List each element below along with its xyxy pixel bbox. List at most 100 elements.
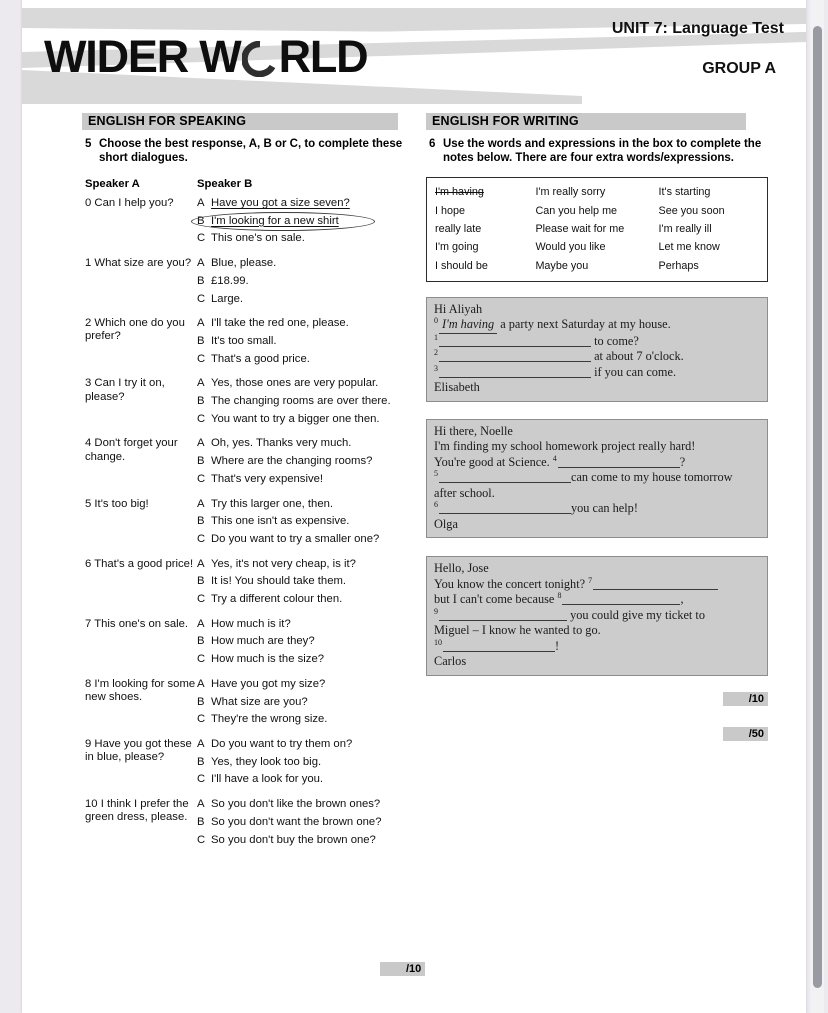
option-a[interactable]: A Do you want to try them on?	[197, 738, 412, 751]
option-b[interactable]: B What size are you?	[197, 696, 412, 709]
note2-line-3-after: can come to my house tomorrow	[571, 470, 733, 485]
option-a[interactable]: A Blue, please.	[197, 257, 412, 270]
word-bank-item-text: Can you help me	[535, 204, 618, 217]
option-a[interactable]: A Yes, those ones are very popular.	[197, 377, 412, 390]
dialogue-row: 7 This one's on sale. A How much is it? B Ho…	[82, 618, 412, 671]
word-bank-item[interactable]: I hope	[435, 201, 535, 219]
option-text: This one isn't as expensive.	[211, 515, 350, 528]
option-text: Try a different colour then.	[211, 593, 343, 606]
note3-blank-10[interactable]	[443, 640, 555, 652]
note2-blank-4[interactable]	[557, 456, 680, 468]
exercise-6-text: Use the words and expressions in the box…	[443, 138, 762, 164]
exercise-6-number: 6	[429, 138, 436, 150]
option-c[interactable]: C How much is the size?	[197, 653, 412, 666]
option-text: Yes, it's not very cheap, is it?	[211, 557, 356, 570]
note3-line-2-after: ,	[680, 592, 684, 607]
speaker-a-prompt: 9 Have you got these in blue, please?	[85, 737, 192, 764]
option-letter: B	[197, 455, 205, 468]
option-b[interactable]: B It's too small.	[197, 335, 412, 348]
note1-blank-1[interactable]	[439, 335, 591, 347]
option-c[interactable]: C This one's on sale.	[197, 232, 412, 245]
word-bank-item[interactable]: I'm having	[435, 183, 535, 201]
option-b[interactable]: B £18.99.	[197, 275, 412, 288]
word-bank-item-text: really late	[435, 222, 482, 235]
note1-line-1-after: to come?	[594, 333, 639, 348]
speaker-b-options: A Yes, it's not very cheap, is it? B It is!…	[197, 558, 412, 611]
option-c[interactable]: C You want to try a bigger one then.	[197, 413, 412, 426]
option-b[interactable]: B Yes, they look too big.	[197, 756, 412, 769]
note1-blank-3-number: 3	[434, 363, 438, 373]
word-bank-item-text: Perhaps	[658, 259, 699, 272]
word-bank-item-text: I'm really sorry	[535, 186, 606, 199]
option-c[interactable]: C Do you want to try a smaller one?	[197, 533, 412, 546]
option-b[interactable]: B Where are the changing rooms?	[197, 455, 412, 468]
option-text: How much are they?	[211, 635, 315, 648]
dialogue-row: 6 That's a good price! A Yes, it's not ver…	[82, 558, 412, 611]
option-text: I'm looking for a new shirt	[211, 214, 339, 227]
note2-blank-6[interactable]	[439, 502, 571, 515]
option-a[interactable]: A How much is it?	[197, 618, 412, 631]
word-bank-item-text: It's starting	[658, 186, 711, 199]
word-bank-item[interactable]: Let me know	[659, 238, 759, 256]
word-bank-item[interactable]: I should be	[435, 257, 535, 275]
option-c[interactable]: C That's very expensive!	[197, 473, 412, 486]
vertical-scrollbar-thumb[interactable]	[813, 26, 822, 988]
word-bank-item[interactable]: I'm really ill	[659, 220, 759, 238]
note1-blank-3[interactable]	[439, 366, 591, 378]
option-letter: B	[197, 575, 205, 588]
note1-blank-0-answer[interactable]: I'm having	[439, 317, 498, 334]
option-c[interactable]: C That's a good price.	[197, 353, 412, 366]
option-a[interactable]: A So you don't like the brown ones?	[197, 798, 412, 811]
word-bank-item[interactable]: I'm going	[435, 238, 535, 256]
word-bank-item[interactable]: It's starting	[659, 183, 759, 201]
option-text: I'll take the red one, please.	[211, 317, 349, 330]
word-bank-item[interactable]: Would you like	[535, 238, 658, 256]
option-c[interactable]: C So you don't buy the brown one?	[197, 834, 412, 847]
speaker-a-prompt: 10 I think I prefer the green dress, ple…	[85, 798, 189, 824]
option-b[interactable]: B I'm looking for a new shirt	[191, 211, 412, 231]
option-c[interactable]: C Large.	[197, 293, 412, 306]
option-text: This one's on sale.	[211, 232, 305, 245]
option-c[interactable]: C They're the wrong size.	[197, 713, 412, 726]
writing-score-chip: /10	[722, 691, 768, 706]
option-b[interactable]: B So you don't want the brown one?	[197, 816, 412, 829]
word-bank-item[interactable]: really late	[435, 220, 535, 238]
option-a[interactable]: A Have you got my size?	[197, 678, 412, 691]
option-b[interactable]: B This one isn't as expensive.	[197, 515, 412, 528]
option-a[interactable]: A Oh, yes. Thanks very much.	[197, 437, 412, 450]
word-bank-item[interactable]: Perhaps	[659, 257, 759, 275]
option-a[interactable]: A Have you got a size seven?	[197, 197, 412, 210]
word-bank-item[interactable]: See you soon	[659, 201, 759, 219]
note2-greeting: Hi there, Noelle	[434, 423, 513, 438]
note3-blank-9[interactable]	[439, 609, 567, 621]
note3-blank-7[interactable]	[593, 578, 719, 590]
speaker-a-prompt: 6 That's a good price!	[85, 557, 194, 570]
option-b[interactable]: B The changing rooms are over there.	[197, 395, 412, 408]
option-text: Have you got a size seven?	[211, 197, 350, 209]
option-b[interactable]: B How much are they?	[197, 635, 412, 648]
word-bank-item[interactable]: I'm really sorry	[535, 183, 658, 201]
note3-blank-8[interactable]	[562, 593, 681, 606]
note3-line-5-after: !	[555, 638, 560, 653]
speaker-a-prompt: 3 Can I try it on, please?	[85, 377, 165, 403]
word-bank-item[interactable]: Can you help me	[535, 201, 658, 219]
option-a[interactable]: A Yes, it's not very cheap, is it?	[197, 558, 412, 571]
option-a[interactable]: A Try this larger one, then.	[197, 498, 412, 511]
word-bank-item-text: See you soon	[658, 204, 725, 217]
word-bank-item[interactable]: Maybe you	[535, 257, 658, 275]
note1-blank-2[interactable]	[439, 350, 591, 363]
option-letter: B	[197, 274, 205, 287]
note1-line-1: 1 to come?	[434, 333, 760, 350]
dialogue-row: 9 Have you got these in blue, please? A Do…	[82, 738, 412, 791]
note2-blank-5[interactable]	[439, 471, 571, 484]
option-text: Try this larger one, then.	[211, 497, 334, 510]
word-bank-item[interactable]: Please wait for me	[535, 220, 658, 238]
option-letter: B	[197, 334, 205, 347]
option-text: You want to try a bigger one then.	[211, 412, 380, 425]
option-text: How much is the size?	[211, 653, 325, 666]
option-c[interactable]: C Try a different colour then.	[197, 593, 412, 606]
option-a[interactable]: A I'll take the red one, please.	[197, 317, 412, 330]
option-letter: C	[197, 653, 206, 666]
option-b[interactable]: B It is! You should take them.	[197, 575, 412, 588]
option-c[interactable]: C I'll have a look for you.	[197, 773, 412, 786]
